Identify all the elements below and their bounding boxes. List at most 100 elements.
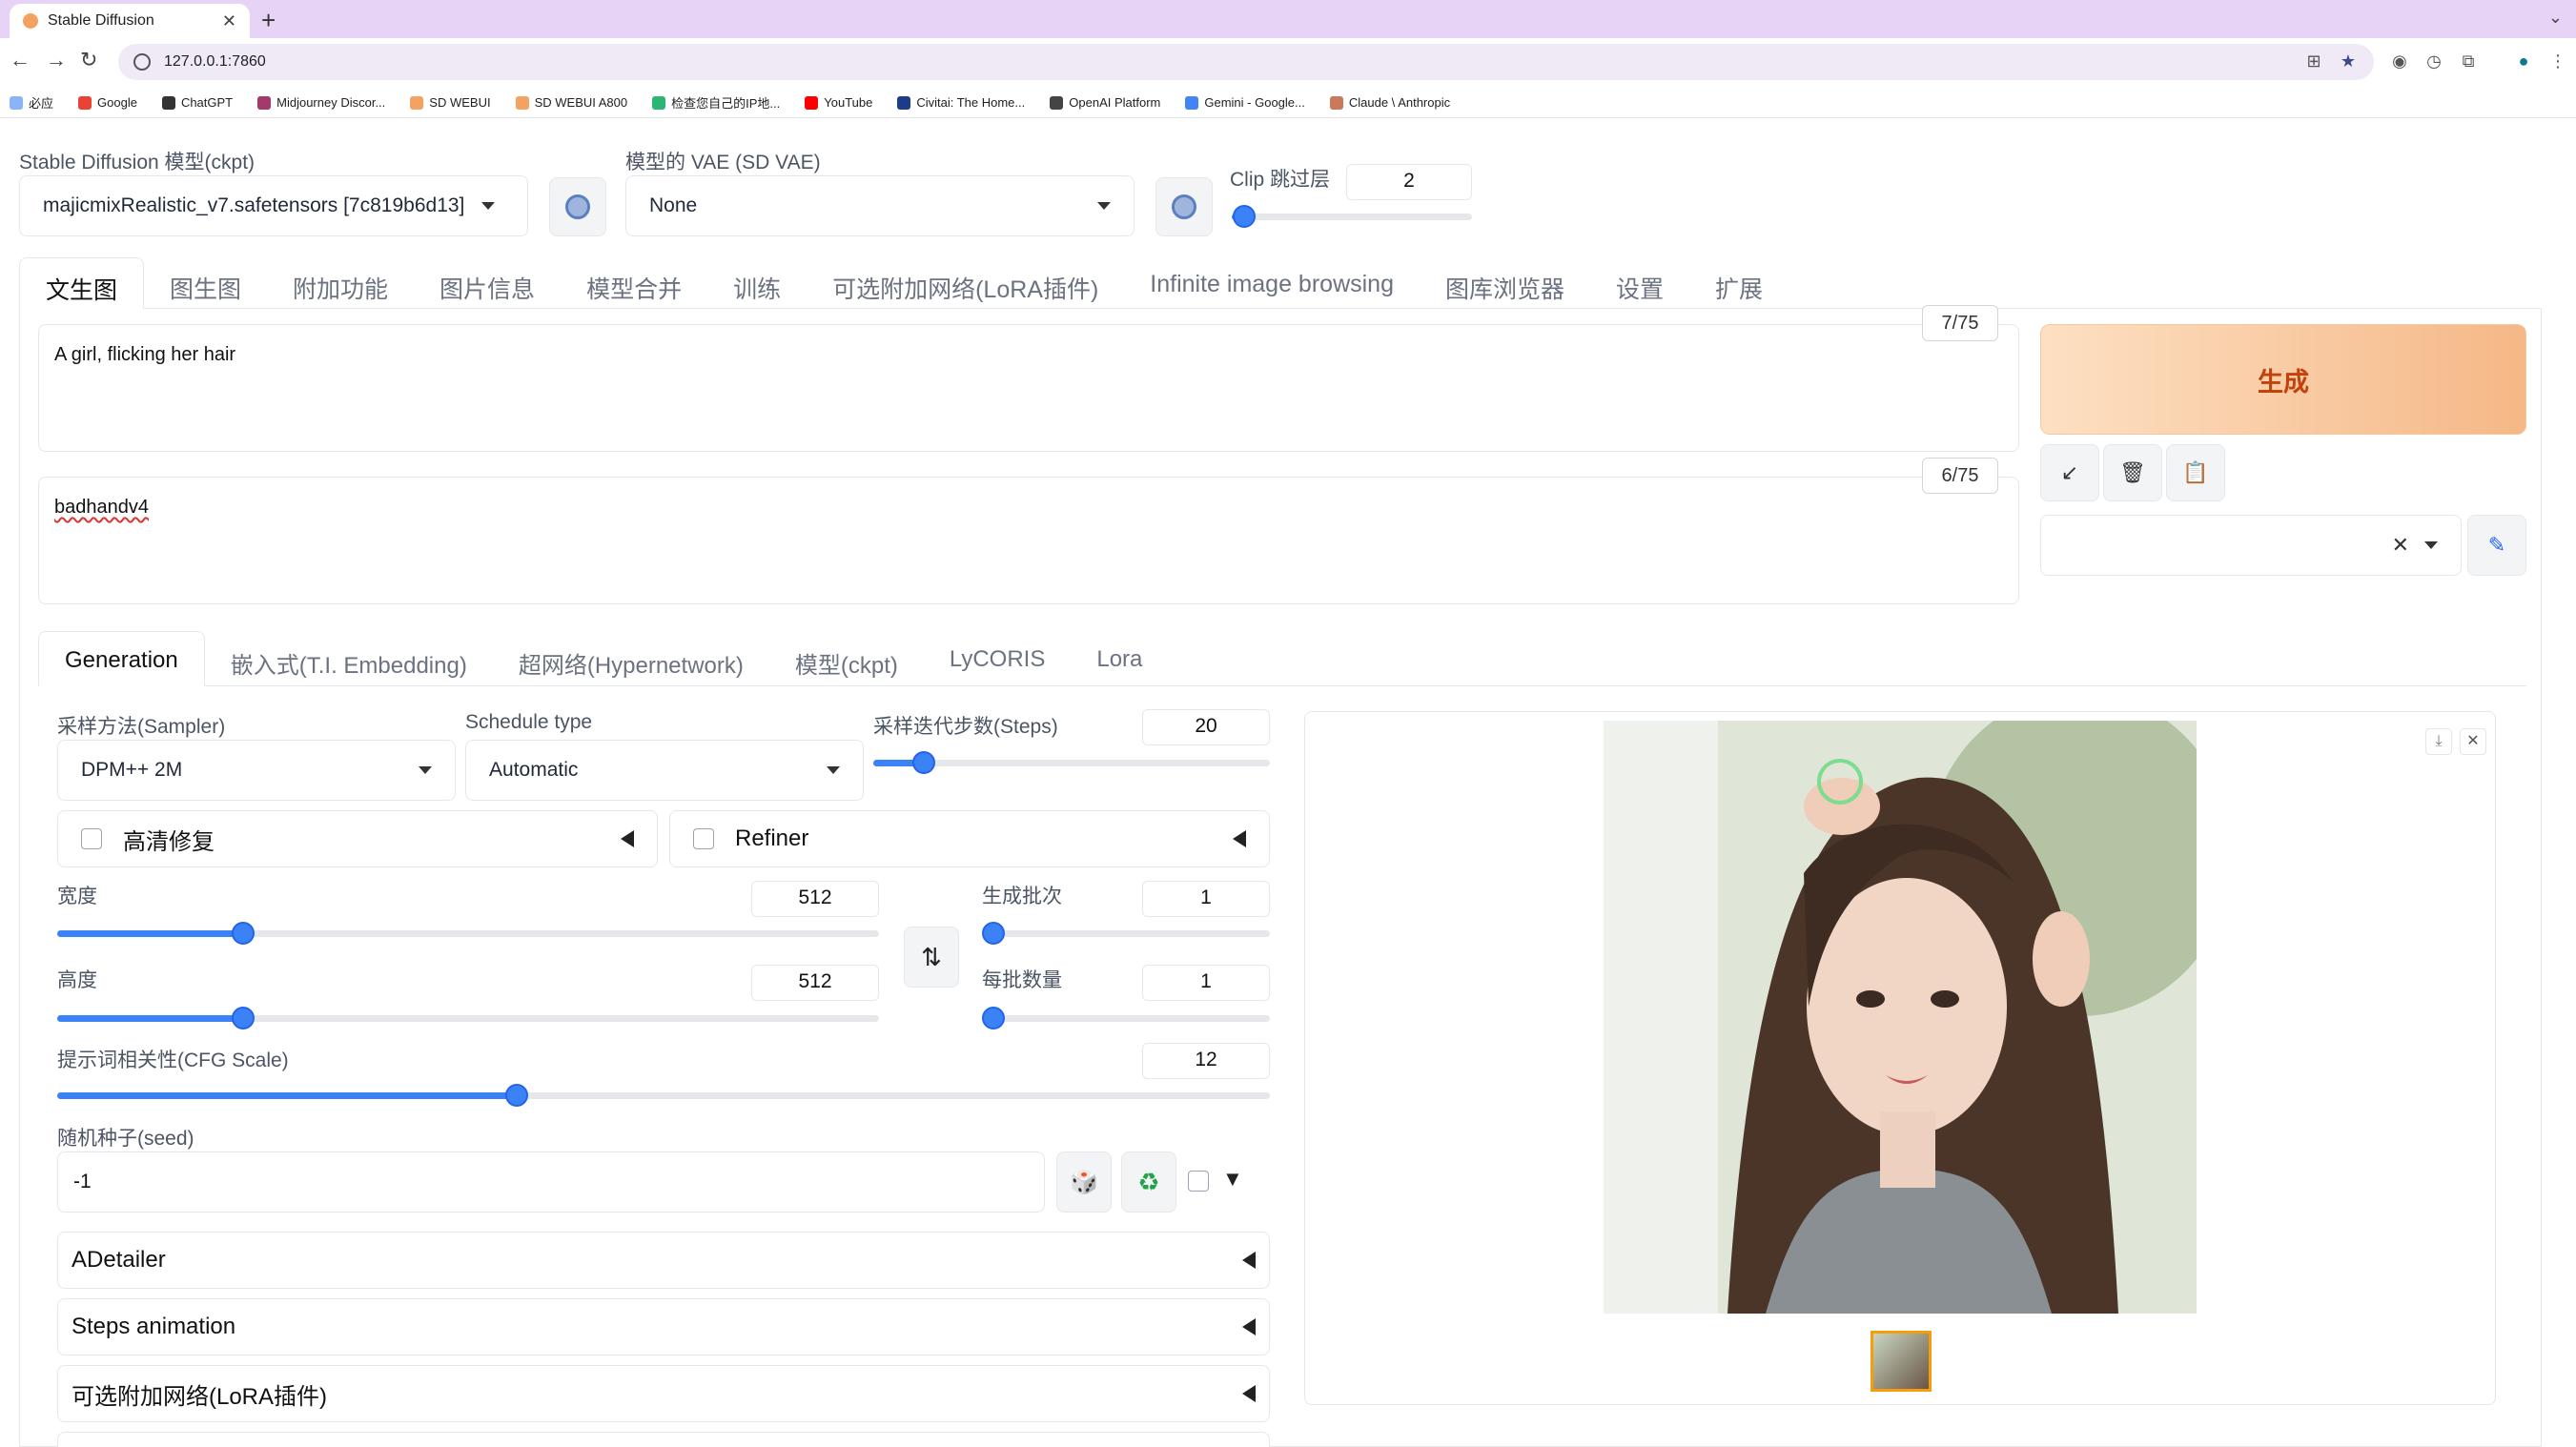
steps-animation-accordion[interactable]: Steps animation: [57, 1298, 1270, 1355]
clear-prompt-button[interactable]: 🗑: [2103, 444, 2162, 501]
extra-seed-checkbox[interactable]: [1188, 1171, 1209, 1192]
tab-train[interactable]: 训练: [707, 257, 807, 309]
hires-fix-row[interactable]: 高清修复: [57, 810, 658, 867]
refresh-ckpt-button[interactable]: [549, 177, 606, 236]
hires-fix-checkbox[interactable]: [81, 828, 102, 849]
bookmark-item[interactable]: SD WEBUI A800: [515, 95, 627, 110]
site-info-icon[interactable]: [133, 53, 151, 71]
generated-image[interactable]: [1604, 721, 2197, 1314]
tab-lora[interactable]: Lora: [1071, 631, 1168, 686]
schedule-type-dropdown[interactable]: Automatic: [465, 740, 864, 801]
steps-input[interactable]: 20: [1142, 709, 1270, 745]
bookmark-item[interactable]: Civitai: The Home...: [897, 95, 1025, 110]
slider-thumb[interactable]: [982, 922, 1005, 945]
cfg-scale-slider[interactable]: [57, 1084, 1270, 1107]
new-tab-icon[interactable]: +: [261, 6, 276, 35]
tab-generation[interactable]: Generation: [38, 631, 205, 686]
tab-img2img[interactable]: 图生图: [144, 257, 267, 309]
styles-dropdown[interactable]: ✕: [2040, 515, 2462, 576]
tab-settings[interactable]: 设置: [1590, 257, 1689, 309]
bookmark-item[interactable]: OpenAI Platform: [1050, 95, 1160, 110]
styles-button[interactable]: 📋: [2166, 444, 2225, 501]
tab-lycoris[interactable]: LyCORIS: [924, 631, 1071, 686]
puzzle-icon[interactable]: ⧉: [2458, 51, 2479, 72]
profile-avatar-icon[interactable]: ●: [2513, 51, 2534, 72]
close-icon[interactable]: ✕: [2460, 728, 2486, 755]
extension-icon[interactable]: ◉: [2389, 51, 2410, 72]
ckpt-dropdown[interactable]: majicmixRealistic_v7.safetensors [7c819b…: [19, 175, 528, 236]
clip-skip-input[interactable]: 2: [1346, 164, 1472, 200]
bookmark-item[interactable]: SD WEBUI: [410, 95, 491, 110]
sampler-dropdown[interactable]: DPM++ 2M: [57, 740, 456, 801]
bookmark-item[interactable]: Gemini - Google...: [1185, 95, 1305, 110]
bookmark-item[interactable]: ChatGPT: [161, 95, 233, 110]
bookmark-item[interactable]: 必应: [10, 93, 53, 112]
swap-dimensions-button[interactable]: ⇅: [904, 927, 959, 988]
width-slider[interactable]: [57, 922, 879, 945]
bookmark-item[interactable]: 检查您自己的IP地...: [652, 93, 780, 112]
cfg-scale-input[interactable]: 12: [1142, 1043, 1270, 1079]
generate-button[interactable]: 生成: [2040, 324, 2526, 435]
tab-image-browser[interactable]: 图库浏览器: [1420, 257, 1590, 309]
slider-thumb[interactable]: [231, 1007, 255, 1029]
width-input[interactable]: 512: [751, 881, 879, 917]
vae-dropdown[interactable]: None: [625, 175, 1135, 236]
batch-size-slider[interactable]: [982, 1007, 1270, 1029]
address-bar[interactable]: 127.0.0.1:7860: [118, 44, 2374, 80]
refiner-checkbox[interactable]: [693, 828, 714, 849]
slider-thumb[interactable]: [982, 1007, 1005, 1029]
batch-count-input[interactable]: 1: [1142, 881, 1270, 917]
height-slider[interactable]: [57, 1007, 879, 1029]
clear-icon[interactable]: ✕: [2392, 533, 2409, 558]
read-params-button[interactable]: ↙: [2040, 444, 2099, 501]
download-icon[interactable]: ⤓: [2425, 728, 2452, 755]
seed-input[interactable]: -1: [57, 1151, 1045, 1213]
tab-png-info[interactable]: 图片信息: [414, 257, 561, 309]
tab-hypernetwork[interactable]: 超网络(Hypernetwork): [493, 631, 769, 686]
close-tab-icon[interactable]: ✕: [222, 11, 236, 31]
tab-checkpoint-merger[interactable]: 模型合并: [561, 257, 707, 309]
slider-thumb[interactable]: [912, 751, 936, 774]
edit-styles-button[interactable]: ✎: [2467, 515, 2526, 576]
tab-txt2img[interactable]: 文生图: [19, 257, 145, 309]
back-icon[interactable]: ←: [10, 48, 31, 72]
bookmark-item[interactable]: Google: [78, 95, 137, 110]
collapse-arrow-icon[interactable]: [1233, 830, 1246, 847]
bookmark-item[interactable]: Midjourney Discor...: [257, 95, 385, 110]
positive-prompt-textarea[interactable]: A girl, flicking her hair: [38, 324, 2019, 452]
refiner-row[interactable]: Refiner: [669, 810, 1270, 867]
bookmark-item[interactable]: Claude \ Anthropic: [1329, 95, 1450, 110]
batch-count-slider[interactable]: [982, 922, 1270, 945]
steps-slider[interactable]: [873, 751, 1270, 774]
adetailer-accordion[interactable]: ADetailer: [57, 1232, 1270, 1289]
translate-icon[interactable]: ⊞: [2303, 51, 2324, 72]
refresh-vae-button[interactable]: [1155, 177, 1213, 236]
history-icon[interactable]: ◷: [2423, 51, 2444, 72]
tab-extras[interactable]: 附加功能: [267, 257, 414, 309]
tab-textual-inversion[interactable]: 嵌入式(T.I. Embedding): [205, 631, 493, 686]
clip-skip-slider[interactable]: [1232, 205, 1472, 228]
negative-prompt-textarea[interactable]: badhandv4: [38, 477, 2019, 604]
extra-seed-toggle-icon[interactable]: ▼: [1222, 1167, 1243, 1192]
bookmark-item[interactable]: YouTube: [805, 95, 872, 110]
reuse-seed-button[interactable]: ♻: [1121, 1151, 1176, 1213]
tab-extensions[interactable]: 扩展: [1689, 257, 1789, 309]
next-accordion[interactable]: [57, 1432, 1270, 1447]
gallery-thumbnail[interactable]: [1871, 1331, 1932, 1392]
tab-infinite-image-browsing[interactable]: Infinite image browsing: [1124, 257, 1420, 309]
additional-networks-accordion[interactable]: 可选附加网络(LoRA插件): [57, 1365, 1270, 1422]
reload-icon[interactable]: ↻: [80, 48, 97, 72]
bookmark-star-icon[interactable]: ★: [2338, 51, 2359, 72]
random-seed-button[interactable]: 🎲: [1056, 1151, 1112, 1213]
collapse-arrow-icon[interactable]: [621, 830, 634, 847]
browser-tab[interactable]: Stable Diffusion ✕: [10, 4, 250, 38]
tab-checkpoints[interactable]: 模型(ckpt): [769, 631, 924, 686]
batch-size-input[interactable]: 1: [1142, 965, 1270, 1001]
slider-thumb[interactable]: [231, 922, 255, 945]
tab-additional-networks[interactable]: 可选附加网络(LoRA插件): [807, 257, 1124, 309]
forward-icon[interactable]: →: [46, 48, 67, 72]
menu-icon[interactable]: ⋮: [2547, 51, 2568, 72]
slider-thumb[interactable]: [1232, 205, 1256, 228]
tab-search-icon[interactable]: ⌄: [2548, 8, 2563, 28]
height-input[interactable]: 512: [751, 965, 879, 1001]
